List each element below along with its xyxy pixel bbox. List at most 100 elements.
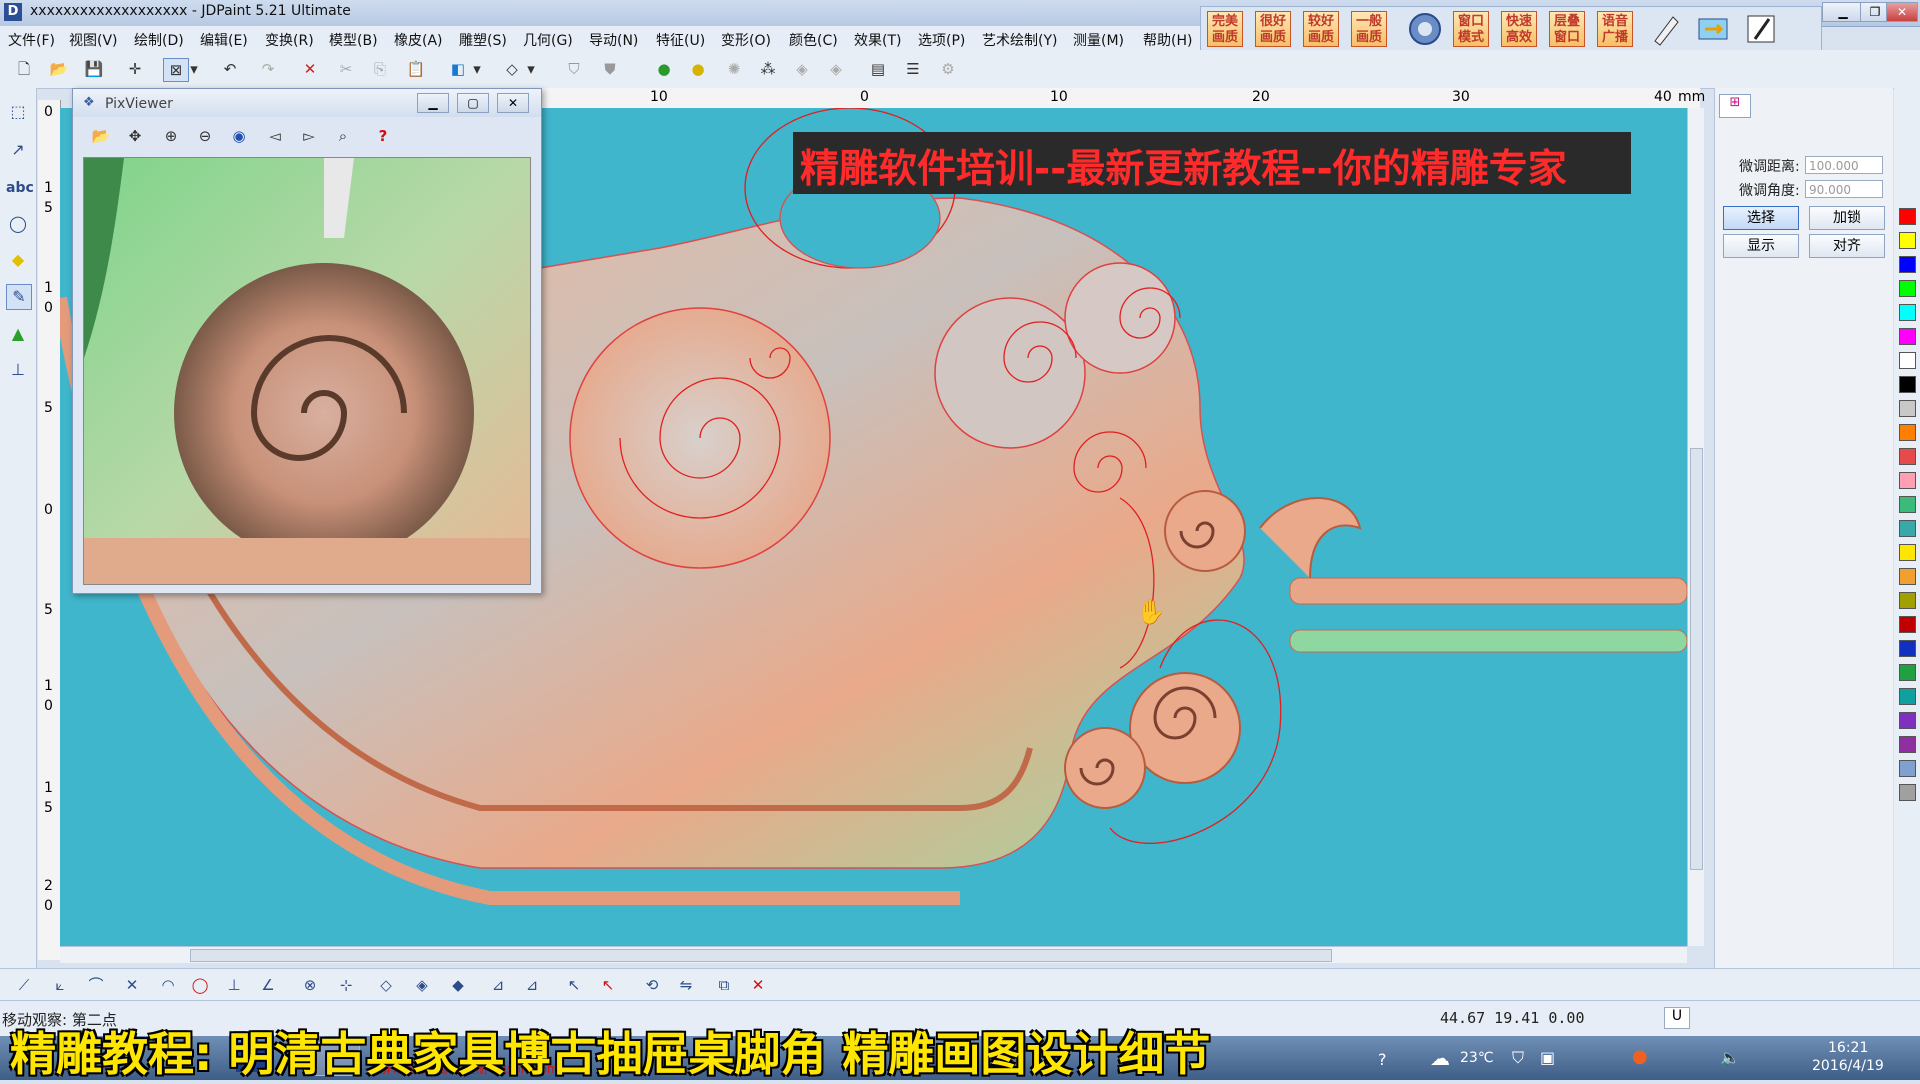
color-swatch[interactable] (1899, 784, 1916, 801)
open-file-icon[interactable]: 📂 (89, 125, 113, 147)
rotate-left-icon[interactable]: ◅ (263, 125, 287, 147)
zoom-in-icon[interactable]: ⊕ (159, 125, 183, 147)
point-snap-icon[interactable]: ⊗ (298, 973, 322, 997)
view-mode-icon[interactable] (1407, 11, 1443, 47)
color-swatch[interactable] (1899, 760, 1916, 777)
help-icon[interactable]: ? (1378, 1050, 1387, 1069)
select-remove-icon[interactable]: ↖ (596, 973, 620, 997)
fine-angle-input[interactable]: 90.000 (1805, 180, 1883, 198)
color-swatch[interactable] (1899, 640, 1916, 657)
voice-broadcast-button[interactable]: 语音广播 (1597, 11, 1633, 47)
pen-tool-icon[interactable] (1647, 11, 1683, 47)
color-swatch[interactable] (1899, 616, 1916, 633)
chevron-down-icon[interactable]: ▾ (187, 58, 201, 80)
menu-help[interactable]: 帮助(H) (1143, 30, 1192, 50)
select-button[interactable]: 选择 (1723, 206, 1799, 230)
delete-icon[interactable]: ✕ (298, 58, 322, 80)
app-tray-icon[interactable]: ● (1632, 1046, 1648, 1067)
zoom-fit-icon[interactable]: ⌕ (331, 125, 355, 147)
color-swatch[interactable] (1899, 688, 1916, 705)
shape-fill-icon[interactable]: ◆ (6, 248, 30, 272)
circle-tool-icon[interactable]: ◯ (6, 212, 30, 236)
color-swatch[interactable] (1899, 424, 1916, 441)
grid-snap-icon[interactable]: ⊹ (334, 973, 358, 997)
hill-icon[interactable]: ▲ (6, 322, 30, 346)
horizontal-scrollbar[interactable] (60, 946, 1687, 963)
color-swatch[interactable] (1899, 496, 1916, 513)
network-icon[interactable]: ▣ (1540, 1048, 1555, 1067)
green-light-icon[interactable]: ● (652, 58, 676, 80)
save-icon[interactable]: 💾 (82, 58, 106, 80)
close-button[interactable]: ✕ (1886, 2, 1918, 22)
menu-geometry[interactable]: 几何(G) (523, 30, 573, 50)
window-mode-button[interactable]: 窗口模式 (1453, 11, 1489, 47)
menu-eraser[interactable]: 橡皮(A) (394, 30, 443, 50)
color-swatch[interactable] (1899, 712, 1916, 729)
color-swatch[interactable] (1899, 472, 1916, 489)
menu-feature[interactable]: 特征(U) (656, 30, 705, 50)
menu-sculpt[interactable]: 雕塑(S) (459, 30, 507, 50)
open-file-icon[interactable]: 📂 (47, 58, 71, 80)
menu-deform[interactable]: 变形(O) (721, 30, 771, 50)
show-button[interactable]: 显示 (1723, 234, 1799, 258)
curve-snap-icon[interactable]: ⌒ (84, 973, 108, 997)
copy-transform-icon[interactable]: ⧉ (712, 973, 736, 997)
menu-file[interactable]: 文件(F) (8, 30, 55, 50)
circle-snap-icon[interactable]: ◯ (188, 973, 212, 997)
color-swatch[interactable] (1899, 352, 1916, 369)
status-mode[interactable]: U (1664, 1007, 1690, 1029)
shield-fill-icon[interactable]: ⛊ (598, 58, 622, 80)
pixviewer-close-button[interactable]: ✕ (497, 93, 529, 113)
color-swatch[interactable] (1899, 664, 1916, 681)
lock-button[interactable]: 加锁 (1809, 206, 1885, 230)
color-swatch[interactable] (1899, 592, 1916, 609)
view-3d-icon[interactable]: ◇ (500, 58, 524, 80)
vertical-scroll-thumb[interactable] (1690, 448, 1703, 870)
menu-art-draw[interactable]: 艺术绘制(Y) (982, 30, 1057, 50)
eye-icon[interactable]: ◉ (227, 125, 251, 147)
cascade-window-button[interactable]: 层叠窗口 (1549, 11, 1585, 47)
angle-snap-icon[interactable]: ∠ (256, 973, 280, 997)
tangent-snap-icon[interactable]: ⟀ (48, 973, 72, 997)
perfect-quality-button[interactable]: 完美画质 (1207, 11, 1243, 47)
rectangle-select-icon[interactable]: ⬚ (6, 100, 30, 124)
menu-model[interactable]: 模型(B) (329, 30, 378, 50)
shield-icon[interactable]: ⛉ (562, 58, 586, 80)
shield-icon[interactable]: ⛉ (1512, 1048, 1524, 1068)
color-swatch[interactable] (1899, 400, 1916, 417)
node-edit-icon[interactable]: ↗ (6, 138, 30, 162)
color-swatch[interactable] (1899, 304, 1916, 321)
gear-icon[interactable]: ⚙ (936, 58, 960, 80)
undo-icon[interactable]: ↶ (218, 58, 242, 80)
menu-options[interactable]: 选项(P) (918, 30, 965, 50)
minimize-button[interactable]: ▁ (1822, 2, 1864, 22)
color-swatch[interactable] (1899, 256, 1916, 273)
pixviewer-maximize-button[interactable]: ▢ (457, 93, 489, 113)
fast-efficient-button[interactable]: 快速高效 (1501, 11, 1537, 47)
menu-transform[interactable]: 变换(R) (265, 30, 314, 50)
window-switch-icon[interactable] (1695, 11, 1731, 47)
color-swatch[interactable] (1899, 280, 1916, 297)
screen-pen-icon[interactable] (1743, 11, 1779, 47)
nodes-icon[interactable]: ⁂ (756, 58, 780, 80)
menu-color[interactable]: 颜色(C) (789, 30, 838, 50)
copy-icon[interactable]: ⎘ (368, 58, 392, 80)
zoom-out-icon[interactable]: ⊖ (193, 125, 217, 147)
intersect-snap-icon[interactable]: ✕ (120, 973, 144, 997)
select-add-icon[interactable]: ↖ (562, 973, 586, 997)
normal-quality-button[interactable]: 一般画质 (1351, 11, 1387, 47)
mirror-icon[interactable]: ⇋ (674, 973, 698, 997)
diamond-snap-icon[interactable]: ◈ (410, 973, 434, 997)
menu-measure[interactable]: 测量(M) (1073, 30, 1124, 50)
color-swatch[interactable] (1899, 448, 1916, 465)
cancel-icon[interactable]: ✕ (746, 973, 770, 997)
new-file-icon[interactable]: 🗋 (12, 58, 36, 80)
paste-icon[interactable]: 📋 (404, 58, 428, 80)
transform-icon[interactable]: ⟲ (640, 973, 664, 997)
horizontal-scroll-thumb[interactable] (190, 949, 1332, 962)
panel-tab-icon[interactable]: ⊞ (1719, 94, 1751, 118)
very-good-quality-button[interactable]: 很好画质 (1255, 11, 1291, 47)
select-box-icon[interactable]: ⊠ (163, 58, 189, 82)
color-swatch[interactable] (1899, 736, 1916, 753)
disabled-tool-icon[interactable]: ◈ (790, 58, 814, 80)
